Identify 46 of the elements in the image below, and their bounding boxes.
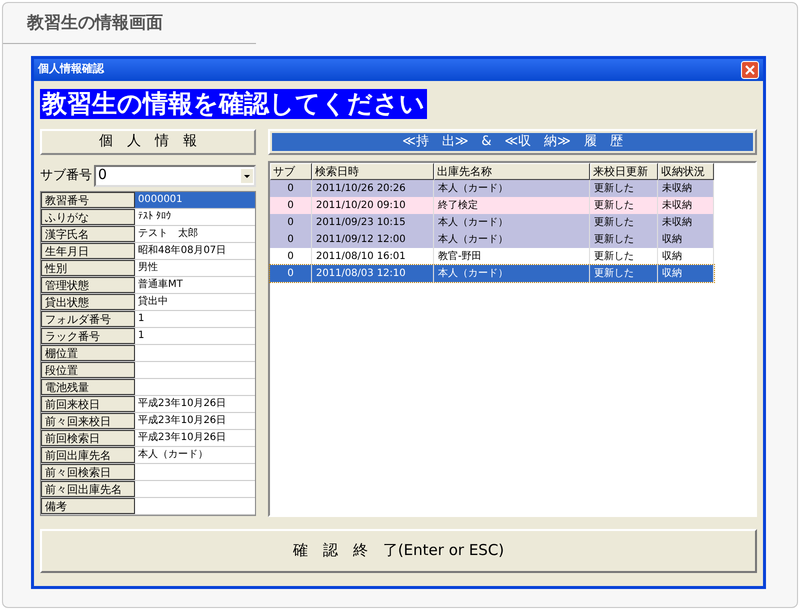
field-label: 段位置 [41, 362, 135, 378]
history-row[interactable]: 0 2011/09/23 10:15 本人（カード） 更新した 未収納 [270, 214, 714, 230]
history-row[interactable]: 0 2011/10/26 20:26 本人（カード） 更新した 未収納 [270, 180, 714, 196]
history-row[interactable]: 0 2011/10/20 09:10 終了検定 更新した 未収納 [270, 196, 714, 214]
field-label: 電池残量 [41, 378, 135, 394]
history-row[interactable]: 0 2011/08/10 16:01 教官-野田 更新した 収納 [270, 248, 714, 264]
table-cell: 0 [270, 264, 312, 282]
field-label: 前々回来校日 [41, 412, 135, 428]
field-label: フォルダ番号 [41, 310, 135, 326]
field-label: 性別 [41, 260, 135, 276]
column-header[interactable]: 検索日時 [312, 162, 434, 180]
field-label: ふりがな [41, 208, 135, 224]
field-label: 前回来校日 [41, 396, 135, 412]
history-row[interactable]: 0 2011/09/12 12:00 本人（カード） 更新した 収納 [270, 230, 714, 248]
field-label: 貸出状態 [41, 294, 135, 310]
field-value[interactable]: 0000001 [135, 192, 255, 208]
field-label: 棚位置 [41, 344, 135, 360]
sub-number-label: サブ番号 [40, 166, 92, 185]
column-header[interactable]: 収納状況 [658, 162, 714, 180]
field-label: 管理状態 [41, 276, 135, 292]
column-header[interactable]: 来校日更新 [590, 162, 658, 180]
history-row[interactable]: 0 2011/08/03 12:10 本人（カード） 更新した 収納 [270, 264, 714, 282]
column-header[interactable]: 出庫先名称 [434, 162, 590, 180]
field-label: ラック番号 [41, 328, 135, 344]
window-title: 個人情報確認 [38, 61, 104, 78]
page-title: 教習生の情報画面 [27, 12, 164, 35]
field-label: 生年月日 [41, 242, 135, 258]
field-label: 漢字氏名 [41, 226, 135, 242]
field-label: 教習番号 [41, 192, 135, 208]
confirm-close-button[interactable]: 確 認 終 了(Enter or ESC) [40, 528, 757, 572]
banner-heading: 教習生の情報を確認してください [40, 88, 427, 118]
table-cell: 収納 [658, 264, 714, 282]
history-heading: ≪持 出≫ & ≪収 納≫ 履 歴 [402, 132, 623, 151]
field-label: 前々回出庫先名 [41, 480, 135, 496]
field-label: 前々回検索日 [41, 464, 135, 480]
field-label: 前回検索日 [41, 430, 135, 446]
close-icon [745, 64, 755, 74]
close-button[interactable] [741, 60, 759, 78]
table-cell: 更新した [590, 264, 658, 282]
field-label: 備考 [41, 498, 135, 514]
sub-number-dropdown[interactable]: 0 [94, 164, 256, 186]
table-cell: 本人（カード） [434, 264, 590, 282]
column-header[interactable]: サブ [270, 162, 312, 180]
field-label: 前回出庫先名 [41, 446, 135, 462]
table-cell: 2011/08/03 12:10 [312, 264, 434, 282]
section-header-button[interactable]: 個 人 情 報 [40, 128, 256, 154]
